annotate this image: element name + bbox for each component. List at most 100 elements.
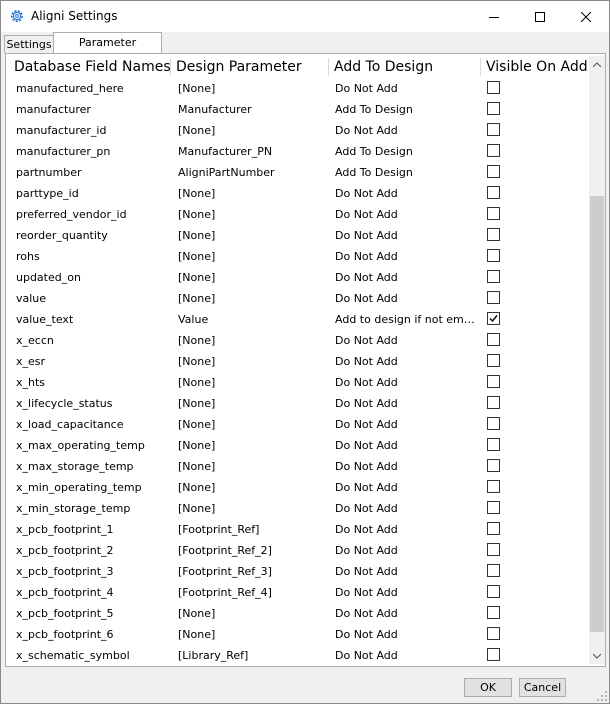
field-name-cell[interactable]: x_pcb_footprint_5 xyxy=(16,603,166,624)
field-name-cell[interactable]: preferred_vendor_id xyxy=(16,204,166,225)
field-name-cell[interactable]: x_pcb_footprint_1 xyxy=(16,519,166,540)
visible-on-add-checkbox[interactable] xyxy=(487,396,500,409)
visible-on-add-checkbox[interactable] xyxy=(487,354,500,367)
table-row[interactable]: x_schematic_symbol [Library_Ref] Do Not Ad… xyxy=(8,645,591,664)
add-to-design-cell[interactable]: Do Not Add xyxy=(335,225,480,246)
design-parameter-cell[interactable]: [None] xyxy=(178,372,323,393)
design-parameter-cell[interactable]: [None] xyxy=(178,351,323,372)
field-name-cell[interactable]: value_text xyxy=(16,309,166,330)
scroll-down-button[interactable] xyxy=(589,648,605,664)
table-row[interactable]: x_hts [None] Do Not Add xyxy=(8,372,591,393)
add-to-design-cell[interactable]: Do Not Add xyxy=(335,330,480,351)
add-to-design-cell[interactable]: Do Not Add xyxy=(335,540,480,561)
table-row[interactable]: x_load_capacitance [None] Do Not Add xyxy=(8,414,591,435)
visible-on-add-checkbox[interactable] xyxy=(487,312,500,325)
design-parameter-cell[interactable]: [None] xyxy=(178,120,323,141)
table-row[interactable]: preferred_vendor_id [None] Do Not Add xyxy=(8,204,591,225)
visible-on-add-checkbox[interactable] xyxy=(487,627,500,640)
table-row[interactable]: x_pcb_footprint_3 [Footprint_Ref_3] Do Not… xyxy=(8,561,591,582)
add-to-design-cell[interactable]: Add To Design xyxy=(335,99,480,120)
design-parameter-cell[interactable]: [None] xyxy=(178,267,323,288)
visible-on-add-checkbox[interactable] xyxy=(487,459,500,472)
visible-on-add-checkbox[interactable] xyxy=(487,249,500,262)
add-to-design-cell[interactable]: Do Not Add xyxy=(335,456,480,477)
table-row[interactable]: updated_on [None] Do Not Add xyxy=(8,267,591,288)
field-name-cell[interactable]: manufactured_here xyxy=(16,78,166,99)
field-name-cell[interactable]: x_esr xyxy=(16,351,166,372)
add-to-design-cell[interactable]: Do Not Add xyxy=(335,78,480,99)
visible-on-add-checkbox[interactable] xyxy=(487,144,500,157)
field-name-cell[interactable]: x_lifecycle_status xyxy=(16,393,166,414)
table-row[interactable]: parttype_id [None] Do Not Add xyxy=(8,183,591,204)
add-to-design-cell[interactable]: Do Not Add xyxy=(335,498,480,519)
design-parameter-cell[interactable]: [Footprint_Ref] xyxy=(178,519,323,540)
field-name-cell[interactable]: x_pcb_footprint_2 xyxy=(16,540,166,561)
design-parameter-cell[interactable]: [None] xyxy=(178,498,323,519)
add-to-design-cell[interactable]: Add To Design xyxy=(335,141,480,162)
field-name-cell[interactable]: x_pcb_footprint_4 xyxy=(16,582,166,603)
table-row[interactable]: rohs [None] Do Not Add xyxy=(8,246,591,267)
table-row[interactable]: manufacturer Manufacturer Add To Design xyxy=(8,99,591,120)
field-name-cell[interactable]: rohs xyxy=(16,246,166,267)
field-name-cell[interactable]: parttype_id xyxy=(16,183,166,204)
field-name-cell[interactable]: x_max_storage_temp xyxy=(16,456,166,477)
design-parameter-cell[interactable]: [None] xyxy=(178,603,323,624)
add-to-design-cell[interactable]: Do Not Add xyxy=(335,519,480,540)
table-row[interactable]: x_pcb_footprint_6 [None] Do Not Add xyxy=(8,624,591,645)
design-parameter-cell[interactable]: [Footprint_Ref_4] xyxy=(178,582,323,603)
design-parameter-cell[interactable]: Value xyxy=(178,309,323,330)
visible-on-add-checkbox[interactable] xyxy=(487,501,500,514)
field-name-cell[interactable]: x_pcb_footprint_6 xyxy=(16,624,166,645)
design-parameter-cell[interactable]: Manufacturer xyxy=(178,99,323,120)
visible-on-add-checkbox[interactable] xyxy=(487,165,500,178)
design-parameter-cell[interactable]: [None] xyxy=(178,414,323,435)
design-parameter-cell[interactable]: [None] xyxy=(178,204,323,225)
visible-on-add-checkbox[interactable] xyxy=(487,333,500,346)
resize-grip-icon[interactable] xyxy=(597,691,607,701)
add-to-design-cell[interactable]: Do Not Add xyxy=(335,393,480,414)
design-parameter-cell[interactable]: [None] xyxy=(178,393,323,414)
table-row[interactable]: x_min_storage_temp [None] Do Not Add xyxy=(8,498,591,519)
design-parameter-cell[interactable]: [None] xyxy=(178,624,323,645)
field-name-cell[interactable]: manufacturer_id xyxy=(16,120,166,141)
visible-on-add-checkbox[interactable] xyxy=(487,438,500,451)
visible-on-add-checkbox[interactable] xyxy=(487,648,500,661)
add-to-design-cell[interactable]: Do Not Add xyxy=(335,246,480,267)
visible-on-add-checkbox[interactable] xyxy=(487,375,500,388)
visible-on-add-checkbox[interactable] xyxy=(487,291,500,304)
field-name-cell[interactable]: value xyxy=(16,288,166,309)
visible-on-add-checkbox[interactable] xyxy=(487,102,500,115)
add-to-design-cell[interactable]: Add to design if not empty... xyxy=(335,309,480,330)
add-to-design-cell[interactable]: Do Not Add xyxy=(335,582,480,603)
table-row[interactable]: manufacturer_id [None] Do Not Add xyxy=(8,120,591,141)
cancel-button[interactable]: Cancel xyxy=(519,678,566,697)
add-to-design-cell[interactable]: Do Not Add xyxy=(335,435,480,456)
field-name-cell[interactable]: reorder_quantity xyxy=(16,225,166,246)
column-header-visible[interactable]: Visible On Add xyxy=(480,56,591,78)
table-row[interactable]: x_pcb_footprint_5 [None] Do Not Add xyxy=(8,603,591,624)
field-name-cell[interactable]: x_hts xyxy=(16,372,166,393)
visible-on-add-checkbox[interactable] xyxy=(487,81,500,94)
visible-on-add-checkbox[interactable] xyxy=(487,606,500,619)
table-row[interactable]: value [None] Do Not Add xyxy=(8,288,591,309)
visible-on-add-checkbox[interactable] xyxy=(487,228,500,241)
tab-settings[interactable]: Settings xyxy=(4,35,54,53)
add-to-design-cell[interactable]: Do Not Add xyxy=(335,624,480,645)
design-parameter-cell[interactable]: [None] xyxy=(178,246,323,267)
design-parameter-cell[interactable]: [Library_Ref] xyxy=(178,645,323,664)
add-to-design-cell[interactable]: Add To Design xyxy=(335,162,480,183)
design-parameter-cell[interactable]: [None] xyxy=(178,477,323,498)
design-parameter-cell[interactable]: [None] xyxy=(178,225,323,246)
add-to-design-cell[interactable]: Do Not Add xyxy=(335,372,480,393)
add-to-design-cell[interactable]: Do Not Add xyxy=(335,288,480,309)
design-parameter-cell[interactable]: Manufacturer_PN xyxy=(178,141,323,162)
table-row[interactable]: partnumber AligniPartNumber Add To Design xyxy=(8,162,591,183)
table-row[interactable]: reorder_quantity [None] Do Not Add xyxy=(8,225,591,246)
table-row[interactable]: x_pcb_footprint_4 [Footprint_Ref_4] Do Not… xyxy=(8,582,591,603)
scrollbar-thumb[interactable] xyxy=(590,196,604,632)
design-parameter-cell[interactable]: [None] xyxy=(178,330,323,351)
table-row[interactable]: x_lifecycle_status [None] Do Not Add xyxy=(8,393,591,414)
column-header-add[interactable]: Add To Design xyxy=(328,56,480,78)
add-to-design-cell[interactable]: Do Not Add xyxy=(335,267,480,288)
vertical-scrollbar[interactable] xyxy=(589,56,605,664)
